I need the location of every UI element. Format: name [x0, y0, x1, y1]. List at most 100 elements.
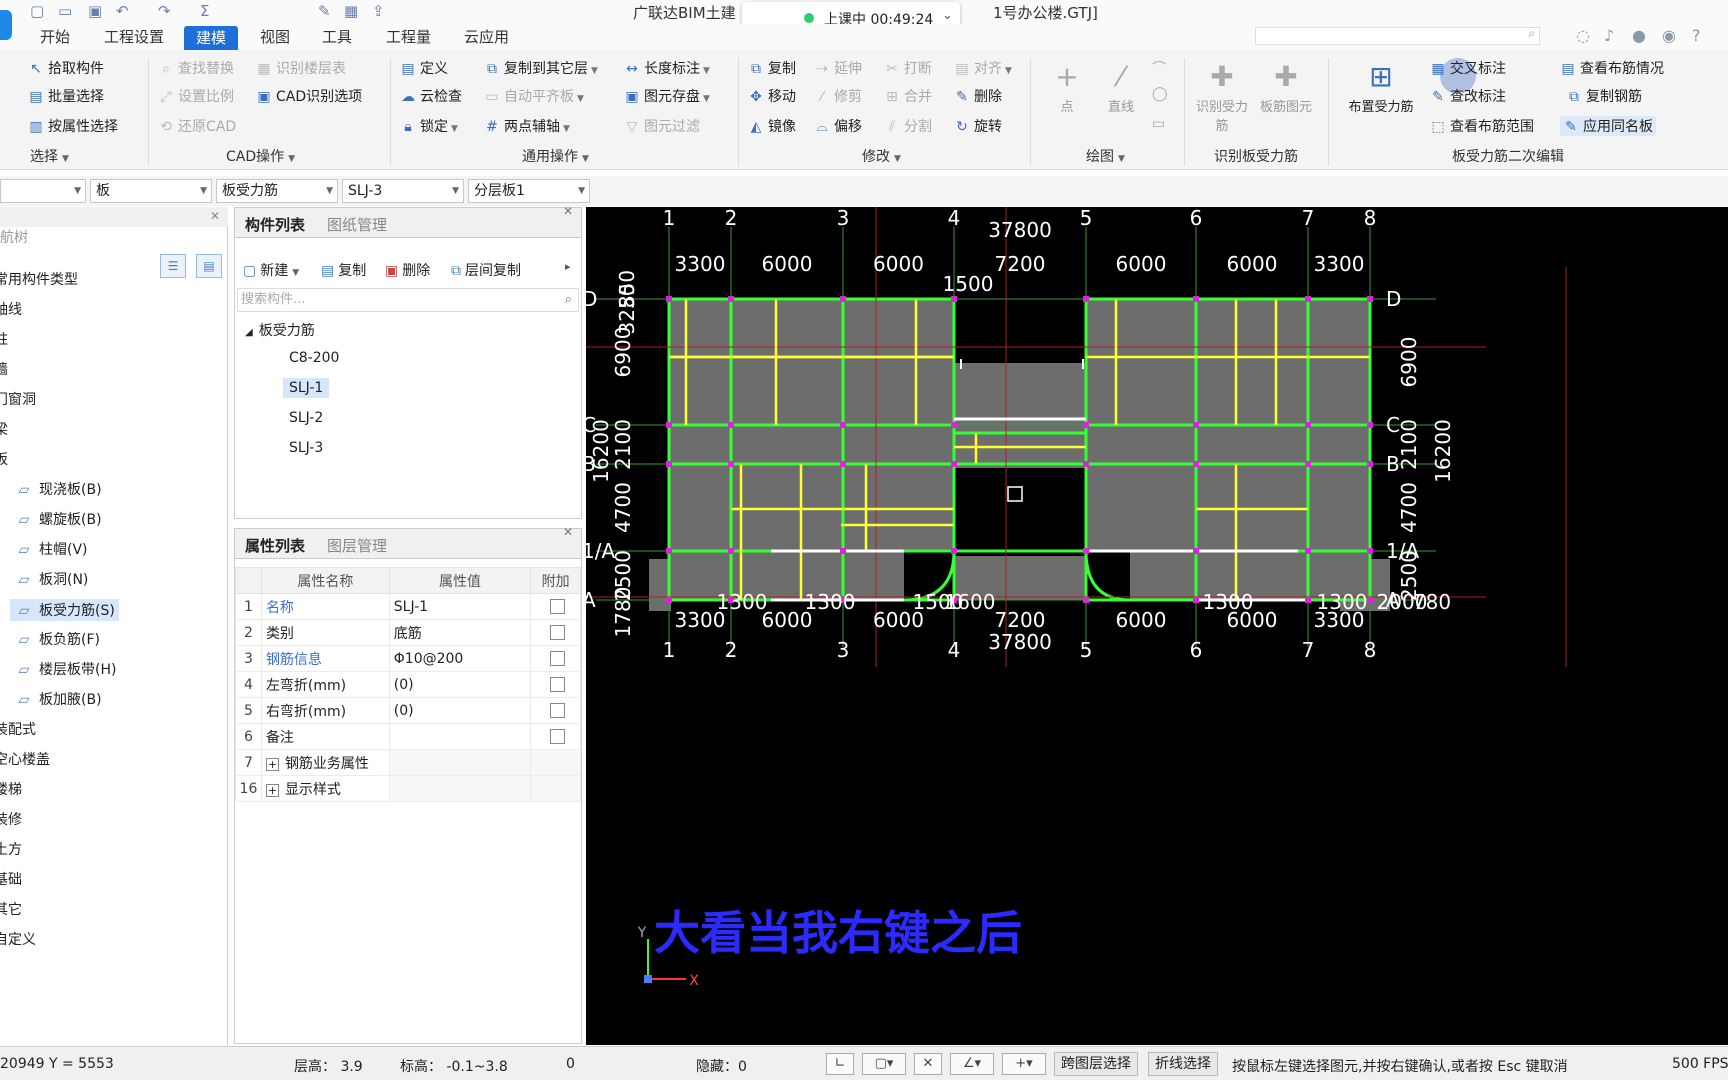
tree-item[interactable]: 空心楼盖	[0, 749, 50, 769]
group-cad[interactable]: CAD操作 ▼	[226, 146, 295, 166]
tree-item[interactable]: ▱ 板受力筋(S)	[10, 599, 119, 621]
property-row[interactable]: 2 类别 底筋	[235, 619, 581, 646]
copy-button[interactable]: ⧉ 复制	[748, 58, 796, 78]
board-rebar-element-button[interactable]: ✚ 板筋图元	[1256, 60, 1316, 115]
tree-item[interactable]: ▱ 板负筋(F)	[14, 629, 100, 649]
tree-item[interactable]: 常用构件类型	[0, 269, 78, 289]
view-rebar-style-button[interactable]: ▤ 查看布筋情况	[1560, 58, 1664, 78]
tab-drawing-management[interactable]: 图纸管理	[327, 214, 387, 235]
snap-icon[interactable]: ▢▾	[862, 1053, 906, 1075]
tree-item[interactable]: ▱ 板加腋(B)	[14, 689, 102, 709]
place-rebar-button[interactable]: ⊞ 布置受力筋	[1336, 60, 1426, 115]
cross-floor-select-button[interactable]: 跨图层选择	[1054, 1052, 1138, 1076]
type-select[interactable]: 板受力筋 ▼	[216, 179, 338, 203]
tree-item[interactable]: 楼梯	[0, 779, 22, 799]
property-value[interactable]: (0)	[388, 671, 532, 698]
break-button[interactable]: ✂ 打断	[884, 58, 932, 78]
save-element-button[interactable]: ▣ 图元存盘 ▼	[624, 86, 710, 106]
select-by-attr-button[interactable]: ▥ 按属性选择	[28, 116, 118, 136]
layer-select[interactable]: 分层板1 ▼	[468, 179, 590, 203]
offset-button[interactable]: ⌓ 偏移	[814, 116, 862, 136]
property-extra[interactable]	[530, 593, 581, 620]
component-item-selected[interactable]: SLJ-1	[283, 378, 330, 398]
tab-modeling[interactable]: 建模	[184, 26, 239, 50]
property-value[interactable]: Φ10@200	[388, 645, 532, 672]
circle-icon[interactable]: ◯	[1152, 86, 1168, 102]
property-extra[interactable]	[530, 723, 581, 750]
more-icon[interactable]: ▸	[565, 260, 571, 273]
property-value[interactable]: 底筋	[388, 619, 532, 646]
property-row[interactable]: 5 右弯折(mm) (0)	[235, 697, 581, 724]
open-file-icon[interactable]: ▭	[58, 2, 72, 20]
view-rebar-range-button[interactable]: ⬚ 查看布筋范围	[1430, 116, 1534, 136]
refresh-icon[interactable]: ◌	[1576, 26, 1590, 45]
new-component-button[interactable]: ▢ 新建 ▼	[243, 260, 299, 280]
arc-icon[interactable]: ⌒	[1152, 58, 1166, 78]
tree-item[interactable]: 柱	[0, 329, 8, 349]
property-extra[interactable]	[530, 645, 581, 672]
offset-toggle-icon[interactable]: +▾	[1002, 1053, 1046, 1075]
two-point-axis-button[interactable]: # 两点辅轴 ▼	[484, 116, 570, 136]
rect-icon[interactable]: ▭	[1152, 116, 1165, 132]
set-scale-button[interactable]: ⤢ 设置比例	[158, 86, 234, 106]
tree-item[interactable]: 门窗洞	[0, 389, 36, 409]
tile-view-button[interactable]: ▤	[196, 254, 222, 278]
property-row[interactable]: 4 左弯折(mm) (0)	[235, 671, 581, 698]
user-icon[interactable]: ◉	[1662, 26, 1676, 45]
tree-item[interactable]: 梁	[0, 419, 8, 439]
polyline-select-button[interactable]: 折线选择	[1148, 1052, 1218, 1076]
ortho-icon[interactable]: ∟	[826, 1053, 854, 1075]
tab-cloud[interactable]: 云应用	[464, 27, 509, 50]
lock-button[interactable]: 🔒︎ 锁定 ▼	[400, 116, 458, 136]
property-extra[interactable]	[530, 619, 581, 646]
extra-checkbox[interactable]	[550, 599, 566, 614]
move-button[interactable]: ✥ 移动	[748, 86, 796, 106]
tab-layer-management[interactable]: 图层管理	[327, 535, 387, 556]
extra-checkbox[interactable]	[550, 729, 566, 744]
tree-root-rebar[interactable]: ◢ 板受力筋	[245, 320, 315, 340]
grid-icon[interactable]: ▦	[344, 2, 358, 20]
list-view-button[interactable]: ☰	[160, 254, 186, 278]
property-row[interactable]: 1 名称 SLJ-1	[235, 593, 581, 620]
cross-mark-button[interactable]: ▦ 交叉标注	[1430, 58, 1506, 78]
batch-select-button[interactable]: ▤ 批量选择	[28, 86, 104, 106]
property-row[interactable]: 16 + 显示样式	[235, 775, 581, 802]
tree-item[interactable]: 墙	[0, 359, 8, 379]
component-item[interactable]: C8-200	[289, 350, 339, 366]
group-modify[interactable]: 修改 ▼	[862, 146, 901, 166]
category-select[interactable]: 板 ▼	[90, 179, 212, 203]
tree-item[interactable]: ▱ 板洞(N)	[14, 569, 89, 589]
floor-copy-button[interactable]: ⧉ 层间复制	[451, 260, 521, 280]
tab-quantity[interactable]: 工程量	[386, 27, 431, 50]
tree-item[interactable]: 基础	[0, 869, 22, 889]
group-common[interactable]: 通用操作 ▼	[522, 146, 589, 166]
copy-component-button[interactable]: ▤ 复制	[321, 260, 366, 280]
close-icon[interactable]: ✕	[210, 209, 220, 223]
component-item[interactable]: SLJ-2	[289, 410, 323, 426]
merge-button[interactable]: ⊞ 合并	[884, 86, 932, 106]
draw-line-button[interactable]: ⁄ 直线	[1096, 60, 1146, 115]
delete-component-button[interactable]: ▣ 删除	[385, 260, 430, 280]
chat-icon[interactable]: ●	[1632, 26, 1646, 45]
tree-item[interactable]: 土方	[0, 839, 22, 859]
tab-tools[interactable]: 工具	[322, 27, 352, 50]
tree-item[interactable]: 自定义	[0, 929, 36, 949]
find-replace-button[interactable]: ⌕ 查找替换	[158, 58, 234, 78]
angle-icon[interactable]: ∠▾	[950, 1053, 994, 1075]
chevron-down-icon[interactable]: ⌄	[942, 8, 953, 23]
group-select[interactable]: 选择 ▼	[30, 146, 69, 166]
tree-item[interactable]: ▱ 现浇板(B)	[14, 479, 102, 499]
property-value[interactable]: (0)	[388, 697, 532, 724]
sum-icon[interactable]: Σ	[200, 2, 209, 20]
length-dim-button[interactable]: ↔ 长度标注 ▼	[624, 58, 710, 78]
mirror-button[interactable]: ◭ 镜像	[748, 116, 796, 136]
extra-checkbox[interactable]	[550, 677, 566, 692]
copy-to-floor-button[interactable]: ⧉ 复制到其它层 ▼	[484, 58, 598, 78]
extra-checkbox[interactable]	[550, 625, 566, 640]
tab-project-settings[interactable]: 工程设置	[104, 27, 164, 50]
trim-button[interactable]: ⁄ 修剪	[814, 86, 862, 106]
property-row[interactable]: 6 备注	[235, 723, 581, 750]
delete-button[interactable]: ✎ 删除	[954, 86, 1002, 106]
drawing-canvas[interactable]: 1 1 2 2 3 3 4 4 5 5 6 6 7 7 8 8 D D C C B B 1/A 1/A A A 37800 3300 6…	[586, 207, 1728, 1045]
tree-item[interactable]: ▱ 柱帽(V)	[14, 539, 88, 559]
